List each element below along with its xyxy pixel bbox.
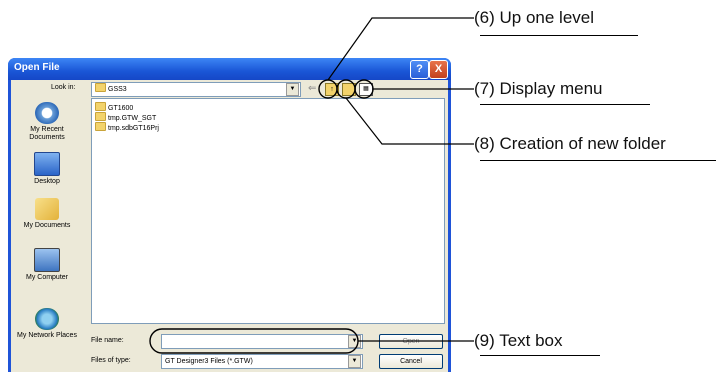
callout-circle: [318, 79, 338, 99]
callout-line: [327, 17, 474, 81]
annotation-up-one-level: (6) Up one level: [474, 8, 595, 27]
callout-ellipse: [149, 328, 359, 354]
callout-circle: [354, 79, 374, 99]
underline: [480, 355, 600, 356]
annotation-text-box: (9) Text box: [474, 331, 563, 350]
callout-line: [345, 97, 474, 145]
annotation-callouts: [149, 17, 474, 354]
callout-circle: [336, 79, 356, 99]
underline: [480, 160, 716, 161]
annotation-new-folder: (8) Creation of new folder: [474, 134, 666, 153]
underline: [480, 104, 650, 105]
underline: [480, 35, 638, 36]
annotation-display-menu: (7) Display menu: [474, 79, 603, 98]
